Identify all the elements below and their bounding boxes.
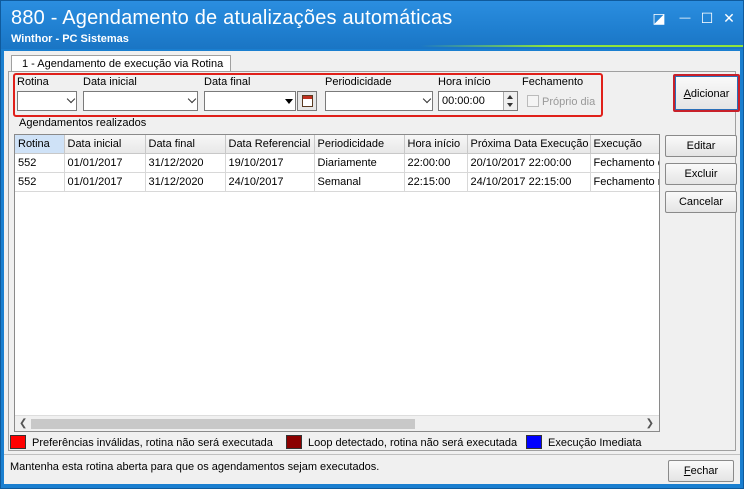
- window-title: 880 - Agendamento de atualizações automá…: [11, 7, 453, 29]
- periodicidade-combo[interactable]: [325, 91, 433, 111]
- column-header[interactable]: Execução: [590, 135, 659, 154]
- proprio-dia-checkbox[interactable]: Próprio dia: [527, 95, 595, 108]
- hora-inicio-value: 00:00:00: [442, 95, 485, 107]
- column-header[interactable]: Próxima Data Execução: [467, 135, 591, 154]
- calendar-button[interactable]: [297, 91, 317, 111]
- excluir-button[interactable]: Excluir: [665, 163, 737, 185]
- table-cell: Fechamento no: [590, 172, 659, 192]
- restore-icon[interactable]: ◪: [649, 9, 669, 27]
- column-header[interactable]: Hora início: [404, 135, 468, 154]
- table-cell: 31/12/2020: [145, 153, 226, 173]
- horizontal-scrollbar[interactable]: ❮ ❯: [15, 415, 659, 431]
- legend-swatch: [286, 435, 302, 449]
- agendamentos-table: Rotina Data inicial Data final Data Referen…: [15, 135, 659, 192]
- data-inicial-label: Data inicial: [83, 76, 137, 88]
- data-final-input[interactable]: [204, 91, 296, 111]
- legend-item-loop: Loop detectado, rotina não será executad…: [286, 435, 517, 449]
- table-header-row: Rotina Data inicial Data final Data Referen…: [15, 135, 659, 154]
- rotina-combo[interactable]: [17, 91, 77, 111]
- title-accent-line: [421, 45, 743, 47]
- checkbox-box[interactable]: [527, 95, 539, 107]
- agendamentos-group-label: Agendamentos realizados: [17, 117, 149, 129]
- app-window: 880 - Agendamento de atualizações automá…: [0, 0, 744, 489]
- table-cell: 19/10/2017: [225, 153, 315, 173]
- scroll-right-icon[interactable]: ❯: [646, 418, 654, 429]
- table-body: 552 01/01/2017 31/12/2020 19/10/2017 Diariam…: [15, 153, 659, 192]
- legend-item-imediata: Execução Imediata: [526, 435, 642, 449]
- tab-agendamento-rotina[interactable]: 1 - Agendamento de execução via Rotina: [11, 55, 231, 72]
- table-cell: 22:15:00: [404, 172, 468, 192]
- table-row[interactable]: 552 01/01/2017 31/12/2020 19/10/2017 Diariam…: [15, 153, 659, 173]
- status-bar: Mantenha esta rotina aberta para que os …: [4, 454, 740, 484]
- table-cell: Semanal: [314, 172, 405, 192]
- hora-inicio-spinner[interactable]: 00:00:00: [438, 91, 518, 111]
- table-cell: 24/10/2017 22:15:00: [467, 172, 591, 192]
- adicionar-accel: A: [683, 88, 691, 100]
- table-row[interactable]: 552 01/01/2017 31/12/2020 24/10/2017 Semanal…: [15, 172, 659, 192]
- maximize-icon[interactable]: ☐: [697, 9, 717, 27]
- chevron-down-icon: [66, 94, 76, 104]
- tab-panel: Rotina Data inicial Data final Periodici…: [8, 71, 740, 451]
- column-header[interactable]: Rotina: [15, 135, 65, 154]
- proprio-dia-label: Próprio dia: [542, 96, 596, 108]
- column-header[interactable]: Data final: [145, 135, 226, 154]
- hora-inicio-label: Hora início: [438, 76, 491, 88]
- status-text: Mantenha esta rotina aberta para que os …: [10, 461, 380, 473]
- window-subtitle: Winthor - PC Sistemas: [11, 33, 129, 45]
- column-header[interactable]: Data inicial: [64, 135, 146, 154]
- table-cell: 22:00:00: [404, 153, 468, 173]
- column-header[interactable]: Data Referencial: [225, 135, 315, 154]
- editar-button[interactable]: Editar: [665, 135, 737, 157]
- adicionar-button[interactable]: Adicionar: [673, 74, 740, 112]
- data-inicial-combo[interactable]: [83, 91, 198, 111]
- adicionar-label: dicionar: [690, 88, 730, 100]
- calendar-icon: [302, 95, 313, 107]
- table-cell: 24/10/2017: [225, 172, 315, 192]
- fechamento-label: Fechamento: [522, 76, 584, 88]
- cancelar-button[interactable]: Cancelar: [665, 191, 737, 213]
- title-bar[interactable]: 880 - Agendamento de atualizações automá…: [1, 1, 743, 49]
- table-cell: 552: [15, 172, 65, 192]
- data-final-label: Data final: [204, 76, 251, 88]
- client-area: 1 - Agendamento de execução via Rotina R…: [4, 51, 740, 484]
- spinner-buttons[interactable]: [503, 92, 517, 110]
- agendamentos-grid[interactable]: Rotina Data inicial Data final Data Referen…: [14, 134, 660, 432]
- legend-label: Execução Imediata: [548, 437, 642, 449]
- spin-up-icon[interactable]: [507, 95, 513, 99]
- dropdown-arrow-icon[interactable]: [285, 99, 293, 104]
- legend-label: Preferências inválidas, rotina não será …: [32, 437, 273, 449]
- filter-panel: Rotina Data inicial Data final Periodici…: [13, 73, 603, 117]
- table-cell: 01/01/2017: [64, 153, 146, 173]
- fechar-accel: F: [683, 465, 691, 477]
- legend: Preferências inválidas, rotina não será …: [10, 431, 734, 451]
- fechar-label: echar: [690, 465, 719, 477]
- rotina-label: Rotina: [17, 76, 49, 88]
- table-cell: Fechamento di: [590, 153, 659, 173]
- spin-down-icon[interactable]: [507, 103, 513, 107]
- chevron-down-icon: [422, 94, 432, 104]
- table-cell: Diariamente: [314, 153, 405, 173]
- table-cell: 552: [15, 153, 65, 173]
- periodicidade-label: Periodicidade: [325, 76, 392, 88]
- legend-label: Loop detectado, rotina não será executad…: [308, 437, 518, 449]
- legend-swatch: [526, 435, 542, 449]
- close-icon[interactable]: ✕: [719, 9, 739, 27]
- minimize-icon[interactable]: —: [675, 9, 695, 27]
- table-cell: 01/01/2017: [64, 172, 146, 192]
- legend-swatch: [10, 435, 26, 449]
- table-cell: 31/12/2020: [145, 172, 226, 192]
- chevron-down-icon: [187, 94, 197, 104]
- table-cell: 20/10/2017 22:00:00: [467, 153, 591, 173]
- column-header[interactable]: Periodicidade: [314, 135, 405, 154]
- legend-item-preferencias: Preferências inválidas, rotina não será …: [10, 435, 273, 449]
- scroll-left-icon[interactable]: ❮: [19, 418, 27, 429]
- scroll-thumb[interactable]: [31, 419, 415, 429]
- fechar-button[interactable]: Fechar: [668, 460, 734, 482]
